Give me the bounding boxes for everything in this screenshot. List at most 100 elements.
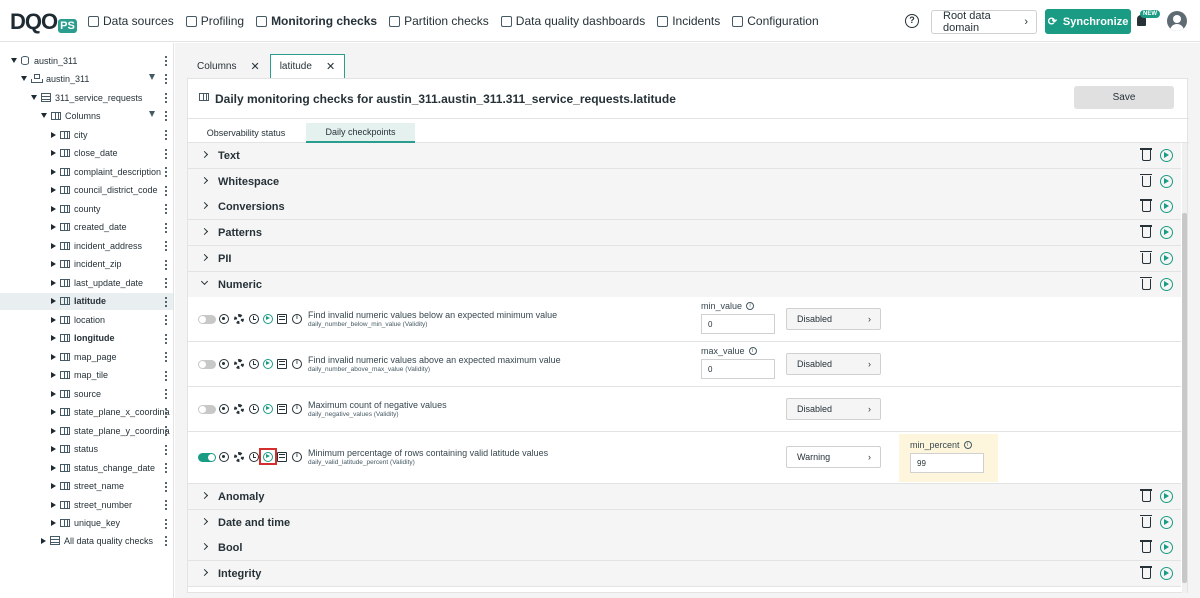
tree-column-street_number[interactable]: street_number [0,496,173,513]
more-vert-icon[interactable] [165,332,167,344]
help-icon[interactable]: ? [905,14,919,28]
tree-column-status[interactable]: status [0,441,173,458]
check-group-date-and-time[interactable]: Date and time [188,509,1181,536]
caret-right-icon[interactable] [51,131,56,138]
run-check-icon[interactable] [263,314,273,324]
caret-down-icon[interactable] [11,58,17,63]
info-icon[interactable]: i [746,302,755,310]
tree-column-incident_address[interactable]: incident_address [0,237,173,254]
tree-column-created_date[interactable]: created_date [0,219,173,236]
run-checks-icon[interactable] [1160,515,1173,529]
data-domain-button[interactable]: Root data domain › [931,10,1037,34]
trash-icon[interactable] [1140,489,1152,502]
more-vert-icon[interactable] [165,369,167,381]
check-group-whitespace[interactable]: Whitespace [188,168,1181,195]
trash-icon[interactable] [1140,514,1152,528]
more-vert-icon[interactable] [165,425,167,436]
more-vert-icon[interactable] [165,166,167,177]
scrollbar[interactable] [1182,143,1187,593]
severity-button[interactable]: Disabled › [786,308,881,330]
tree-column-state_plane_x_coordina[interactable]: state_plane_x_coordina [0,404,173,421]
rule-parameter-input[interactable]: 99 [910,453,984,473]
tree-column-status_change_date[interactable]: status_change_date [0,459,173,476]
more-vert-icon[interactable] [165,351,167,362]
tree-columns-folder[interactable]: Columns [0,107,173,124]
caret-right-icon[interactable] [51,483,56,489]
info-icon[interactable]: i [748,347,757,355]
more-vert-icon[interactable] [165,535,167,546]
more-vert-icon[interactable] [165,406,167,418]
trash-icon[interactable] [1140,276,1152,290]
check-group-bool[interactable]: Bool [188,535,1181,562]
dqops-logo[interactable]: DQO PS [10,9,77,35]
more-vert-icon[interactable] [165,462,167,473]
info-icon[interactable]: i [292,359,302,369]
info-icon[interactable]: i [292,452,302,462]
clock-icon[interactable] [249,404,259,414]
chevron-right-icon[interactable] [200,569,209,577]
more-vert-icon[interactable] [165,388,167,399]
caret-right-icon[interactable] [51,427,56,434]
run-checks-icon[interactable] [1160,226,1173,240]
tree-column-city[interactable]: city [0,126,173,143]
caret-down-icon[interactable] [31,95,37,100]
list-icon[interactable] [277,452,287,462]
info-icon[interactable]: i [292,404,302,414]
close-icon[interactable]: ✕ [250,60,259,73]
more-vert-icon[interactable] [165,221,167,233]
synchronize-button[interactable]: ⟳ Synchronize [1045,9,1131,34]
target-icon[interactable] [219,452,229,462]
caret-right-icon[interactable] [51,187,56,193]
severity-button[interactable]: Warning › [786,446,881,468]
info-icon[interactable]: i [963,441,972,449]
caret-right-icon[interactable] [51,205,56,212]
more-vert-icon[interactable] [165,203,167,214]
chevron-right-icon[interactable] [200,491,209,500]
trash-icon[interactable] [1140,225,1152,239]
check-toggle[interactable] [198,453,216,462]
caret-right-icon[interactable] [51,150,56,156]
nav-item-profiling[interactable]: Profiling [185,14,244,28]
trash-icon[interactable] [1140,173,1152,187]
caret-right-icon[interactable] [51,279,56,286]
check-group-text[interactable]: Text [188,143,1181,169]
nav-item-dashboard[interactable]: Data quality dashboards [500,14,645,28]
caret-right-icon[interactable] [51,372,56,378]
info-icon[interactable]: i [292,314,302,324]
severity-button[interactable]: Disabled › [786,398,881,420]
trash-icon[interactable] [1140,540,1152,554]
tree-column-close_date[interactable]: close_date [0,145,173,162]
save-button[interactable]: Save [1074,86,1174,109]
trash-icon[interactable] [1140,250,1152,264]
more-vert-icon[interactable] [165,258,167,270]
check-group-pii[interactable]: PII [188,245,1181,272]
target-icon[interactable] [219,314,229,324]
tree-column-council_district_code[interactable]: council_district_code [0,182,173,199]
clock-icon[interactable] [249,359,259,369]
caret-right-icon[interactable] [51,316,56,323]
severity-button[interactable]: Disabled › [786,353,881,375]
tree-table[interactable]: 311_service_requests [0,89,173,106]
caret-right-icon[interactable] [51,501,56,508]
run-checks-icon[interactable] [1160,541,1173,555]
filter-icon[interactable] [149,74,155,80]
caret-down-icon[interactable] [41,113,47,118]
clock-icon[interactable] [249,314,259,324]
trash-icon[interactable] [1140,566,1152,580]
chevron-down-icon[interactable] [200,277,209,285]
caret-right-icon[interactable] [51,409,56,415]
run-check-icon[interactable] [263,404,273,414]
caret-right-icon[interactable] [51,168,56,175]
more-vert-icon[interactable] [165,110,167,121]
target-icon[interactable] [219,404,229,414]
tree-column-source[interactable]: source [0,385,173,402]
caret-right-icon[interactable] [51,353,56,360]
avatar[interactable] [1167,11,1187,31]
gear-icon[interactable] [234,314,244,324]
more-vert-icon[interactable] [165,443,167,455]
caret-right-icon[interactable] [51,261,56,267]
check-group-conversions[interactable]: Conversions [188,194,1181,221]
run-checks-icon[interactable] [1160,251,1173,265]
caret-down-icon[interactable] [21,76,27,81]
caret-right-icon[interactable] [51,335,56,341]
